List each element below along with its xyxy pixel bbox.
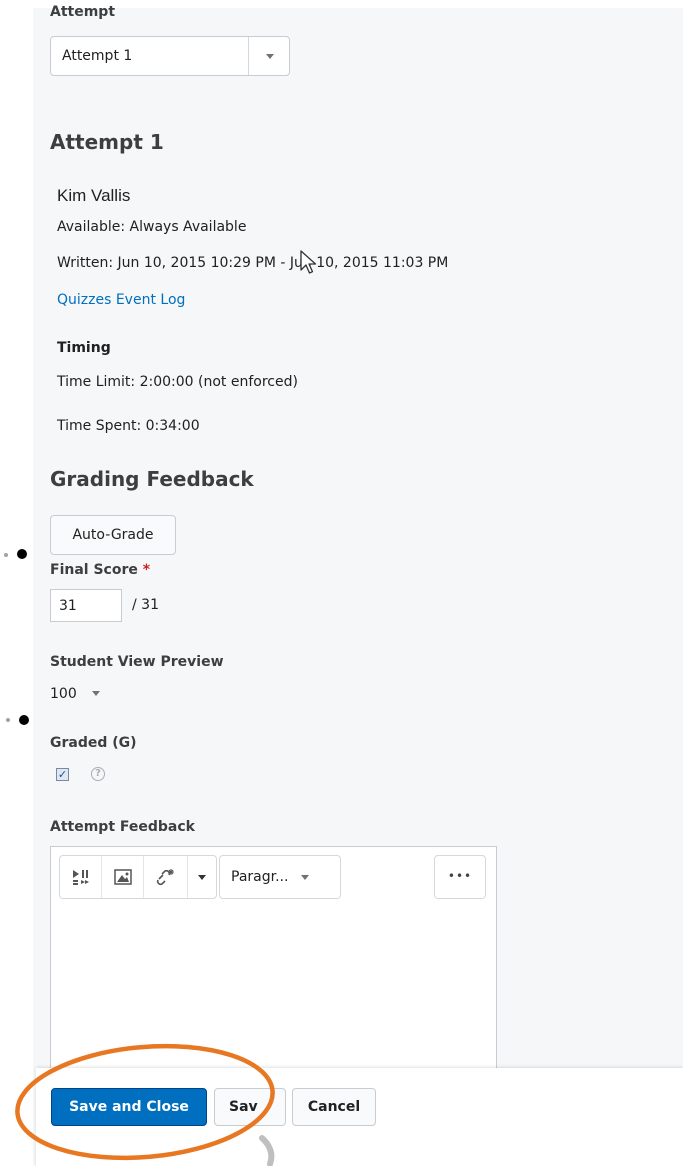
student-view-preview-label: Student View Preview — [50, 654, 224, 670]
attempt-select[interactable]: Attempt 1 — [50, 36, 290, 76]
insert-more-dropdown[interactable] — [188, 856, 216, 898]
time-limit-text: Time Limit: 2:00:00 (not enforced) — [57, 374, 298, 390]
final-score-label-text: Final Score — [50, 562, 138, 578]
attempt-select-label: Attempt — [50, 4, 116, 20]
final-score-label: Final Score * — [50, 562, 150, 578]
more-actions-button[interactable]: ••• — [434, 855, 486, 899]
annotation-dot-small — [4, 553, 8, 557]
insert-media-button[interactable] — [60, 856, 102, 898]
select-divider — [248, 37, 249, 75]
student-name: Kim Vallis — [57, 186, 131, 205]
required-marker: * — [142, 562, 151, 578]
insert-toolbar-group — [59, 855, 217, 899]
quizzes-event-log-link[interactable]: Quizzes Event Log — [57, 292, 185, 308]
media-icon — [72, 870, 89, 885]
link-icon — [156, 869, 174, 886]
image-icon — [113, 869, 132, 885]
attempt-heading: Attempt 1 — [50, 130, 164, 154]
chevron-down-icon — [300, 874, 309, 880]
score-total: / 31 — [132, 597, 159, 613]
annotation-dot — [17, 549, 27, 559]
help-icon[interactable]: ? — [91, 767, 105, 781]
graded-label: Graded (G) — [50, 735, 137, 751]
chevron-down-icon — [266, 54, 274, 59]
format-select-value: Paragr... — [231, 869, 289, 885]
chevron-down-icon — [198, 874, 206, 880]
graded-checkbox[interactable]: ✓ — [56, 768, 69, 781]
student-view-preview-select[interactable]: 100 — [50, 683, 100, 703]
attempt-feedback-label: Attempt Feedback — [50, 819, 195, 835]
written-text: Written: Jun 10, 2015 10:29 PM - Jun 10,… — [57, 255, 449, 271]
format-select[interactable]: Paragr... — [219, 855, 341, 899]
more-icon: ••• — [447, 869, 473, 883]
mouse-cursor-icon — [300, 250, 317, 274]
auto-grade-button[interactable]: Auto-Grade — [50, 515, 176, 555]
insert-image-button[interactable] — [102, 856, 144, 898]
annotation-dot — [19, 715, 29, 725]
timing-heading: Timing — [57, 340, 111, 356]
time-spent-text: Time Spent: 0:34:00 — [57, 418, 200, 434]
highlight-circle-annotation — [15, 1043, 275, 1166]
availability-text: Available: Always Available — [57, 219, 247, 235]
chevron-down-icon — [91, 691, 100, 696]
final-score-input[interactable] — [50, 589, 122, 622]
student-view-preview-value: 100 — [50, 686, 77, 702]
grading-feedback-heading: Grading Feedback — [50, 467, 254, 491]
annotation-dot-small — [6, 718, 10, 722]
insert-link-button[interactable] — [144, 856, 188, 898]
cancel-button[interactable]: Cancel — [292, 1088, 376, 1126]
attempt-select-value: Attempt 1 — [62, 48, 133, 64]
